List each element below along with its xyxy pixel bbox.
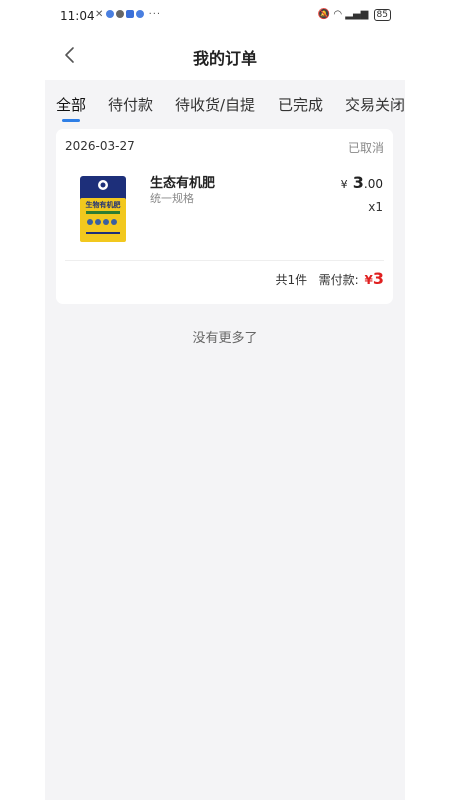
order-date: 2026-03-27 xyxy=(65,139,135,153)
tab-completed[interactable]: 已完成 xyxy=(278,94,323,115)
tab-all[interactable]: 全部 xyxy=(56,94,86,115)
pay-amount: 3 xyxy=(372,269,384,288)
product-image-label: 生物有机肥 xyxy=(86,200,121,209)
battery-icon: 85 xyxy=(373,9,391,21)
order-status: 已取消 xyxy=(347,141,384,155)
price-symbol: ¥ xyxy=(340,178,348,191)
product-quantity: x1 xyxy=(368,200,383,214)
status-right: 🔕 ◠ ▂▄▆ 85 xyxy=(318,9,391,21)
product-image[interactable]: 生物有机肥 xyxy=(80,176,126,242)
price-decimal: .00 xyxy=(363,177,383,191)
notification-icons: ✕ ··· xyxy=(95,9,161,20)
mute-icon: 🔕 xyxy=(317,9,331,20)
order-card[interactable]: 2026-03-27 已取消 生物有机肥 生态有机肥 统一规格 ¥ 3.00 x… xyxy=(56,129,393,304)
nav-bar: 我的订单 xyxy=(45,34,405,80)
price-integer: 3 xyxy=(352,173,364,192)
page-title: 我的订单 xyxy=(192,49,257,68)
tab-pending-receipt[interactable]: 待收货/自提 xyxy=(175,94,255,115)
item-count: 共1件 xyxy=(275,273,308,287)
status-bar: 11:04 ✕ ··· 🔕 ◠ ▂▄▆ 85 xyxy=(45,0,405,34)
app-icon xyxy=(106,10,115,18)
product-name: 生态有机肥 xyxy=(150,176,216,191)
no-more-text: 没有更多了 xyxy=(192,331,258,346)
pay-label: 需付款: xyxy=(318,273,359,287)
pay-symbol: ¥ xyxy=(364,273,373,287)
notification-x-icon: ✕ xyxy=(95,9,105,20)
product-price: ¥ 3.00 xyxy=(341,173,383,192)
order-tabs: 全部 待付款 待收货/自提 已完成 交易关闭 xyxy=(45,80,405,126)
more-notifications-icon: ··· xyxy=(148,9,162,20)
product-spec: 统一规格 xyxy=(150,192,194,205)
phone-screen: 11:04 ✕ ··· 🔕 ◠ ▂▄▆ 85 我的订单 全部 待付款 待收货/自… xyxy=(45,0,405,800)
tab-pending-payment[interactable]: 待付款 xyxy=(108,94,153,115)
card-divider xyxy=(65,260,384,261)
signal-icon: ▂▄▆ xyxy=(345,9,369,20)
order-summary: 共1件 需付款: ¥3 xyxy=(276,269,384,288)
wifi-icon: ◠ xyxy=(333,9,343,20)
message-icon xyxy=(116,10,125,18)
tab-closed[interactable]: 交易关闭 xyxy=(345,94,405,115)
status-time: 11:04 xyxy=(60,9,95,23)
app-icon-2 xyxy=(136,10,145,18)
app-square-icon xyxy=(126,10,135,18)
tab-active-indicator xyxy=(62,119,80,122)
